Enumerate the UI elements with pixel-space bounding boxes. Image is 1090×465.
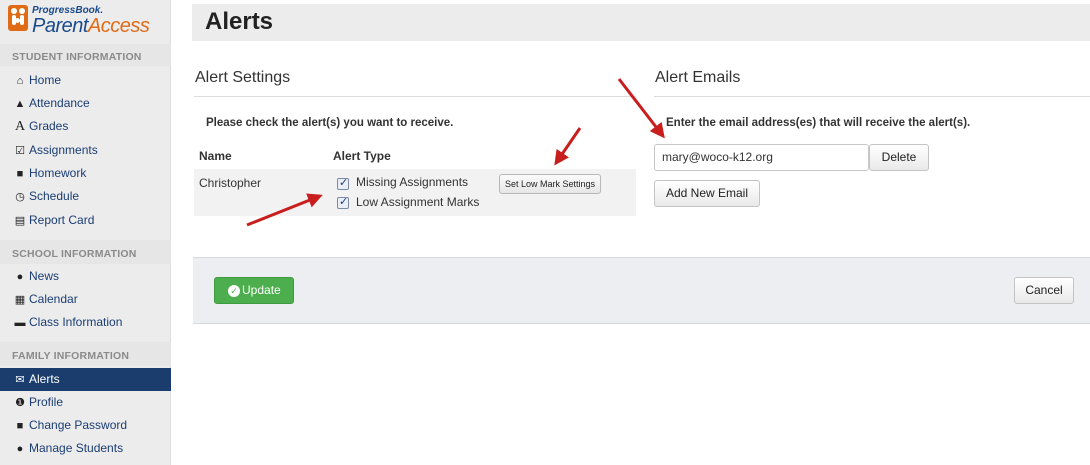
add-new-email-button[interactable]: Add New Email [654,180,760,207]
section-header: FAMILY INFORMATION [12,350,130,362]
lock-icon: ■ [16,420,24,432]
sidebar-item-label: Report Card [29,213,95,227]
missing-assignments-label: Missing Assignments [356,175,469,189]
set-low-mark-settings-button[interactable]: Set Low Mark Settings [499,174,601,194]
sidebar-item-label: Calendar [29,292,78,306]
sidebar-item-homework[interactable]: ■ Homework [0,162,171,185]
sidebar-item-grades[interactable]: A Grades [0,115,171,138]
arrow-to-email-field [617,78,665,139]
sidebar-item-label: Attendance [29,96,90,110]
low-assignment-marks-label: Low Assignment Marks [356,195,480,209]
update-button[interactable]: ✓ Update [214,277,294,304]
check-square-icon: ☑ [15,145,25,157]
sidebar-item-news[interactable]: ● News [0,265,171,288]
user-icon: ● [16,443,24,455]
sidebar-item-schedule[interactable]: ◷ Schedule [0,185,171,208]
sidebar-item-label: Manage Students [29,441,124,455]
sidebar-item-label: Schedule [29,189,80,203]
email-field[interactable]: mary@woco-k12.org [654,144,869,171]
sidebar: ProgressBook. ParentAccess STUDENT INFOR… [0,0,171,465]
page-title-bar: Alerts [192,4,1090,41]
book-icon: ■ [16,168,24,180]
form-actions-bar [193,257,1090,324]
sidebar-item-label: Grades [29,119,69,133]
sidebar-item-report-card[interactable]: ▤ Report Card [0,209,171,232]
sidebar-item-alerts[interactable]: ✉ Alerts [0,368,171,391]
alert-emails-title: Alert Emails [655,69,741,86]
divider [654,96,1090,97]
missing-assignments-checkbox[interactable] [337,176,349,190]
report-card-icon: ▤ [14,215,26,227]
sidebar-item-label: Class Information [29,315,123,329]
section-student-information: STUDENT INFORMATION [0,44,171,66]
page-title: Alerts [205,8,274,35]
alert-settings-instruction: Please check the alert(s) you want to re… [206,117,454,129]
sidebar-item-label: News [29,269,60,283]
ok-circle-icon: ✓ [228,285,240,297]
clock-icon: ◷ [15,191,25,203]
calendar-icon: ▦ [14,294,26,306]
section-family-information: FAMILY INFORMATION [0,342,171,366]
logo-brand-main: ParentAccess [32,15,150,37]
comment-icon: ▬ [14,317,26,329]
section-header: SCHOOL INFORMATION [12,248,137,260]
sidebar-item-label: Home [29,73,62,87]
sidebar-item-home[interactable]: ⌂ Home [0,69,171,92]
alert-settings-title: Alert Settings [195,69,291,86]
grades-a-icon: A [14,119,26,134]
sidebar-item-label: Change Password [29,418,128,432]
column-header-name: Name [199,149,232,163]
sidebar-item-label: Homework [29,166,87,180]
info-icon: ❶ [15,397,25,409]
delete-email-button[interactable]: Delete [869,144,929,171]
sidebar-item-label: Alerts [29,372,60,386]
home-icon: ⌂ [16,75,24,87]
student-name: Christopher [199,176,262,190]
update-button-label: Update [242,283,281,297]
divider [194,96,636,97]
sidebar-item-calendar[interactable]: ▦ Calendar [0,288,171,311]
sidebar-item-class-information[interactable]: ▬ Class Information [0,311,171,334]
cancel-button[interactable]: Cancel [1014,277,1074,304]
parentaccess-logo[interactable]: ProgressBook. ParentAccess [8,2,178,42]
low-assignment-marks-checkbox[interactable] [337,195,349,209]
sidebar-item-label: Assignments [29,143,98,157]
sidebar-item-manage-students[interactable]: ● Manage Students [0,437,171,460]
envelope-icon: ✉ [15,374,25,386]
arrow-to-low-mark-button [554,127,582,166]
alert-emails-instruction: Enter the email address(es) that will re… [666,117,971,129]
globe-icon: ● [16,271,24,283]
column-header-alert-type: Alert Type [333,149,391,163]
bell-icon: ▲ [14,98,26,110]
sidebar-item-profile[interactable]: ❶ Profile [0,391,171,414]
sidebar-item-change-password[interactable]: ■ Change Password [0,414,171,437]
sidebar-item-attendance[interactable]: ▲ Attendance [0,92,171,115]
section-header: STUDENT INFORMATION [12,51,142,63]
section-school-information: SCHOOL INFORMATION [0,240,171,264]
family-logo-icon [8,5,28,31]
sidebar-item-assignments[interactable]: ☑ Assignments [0,139,171,162]
sidebar-item-label: Profile [29,395,64,409]
